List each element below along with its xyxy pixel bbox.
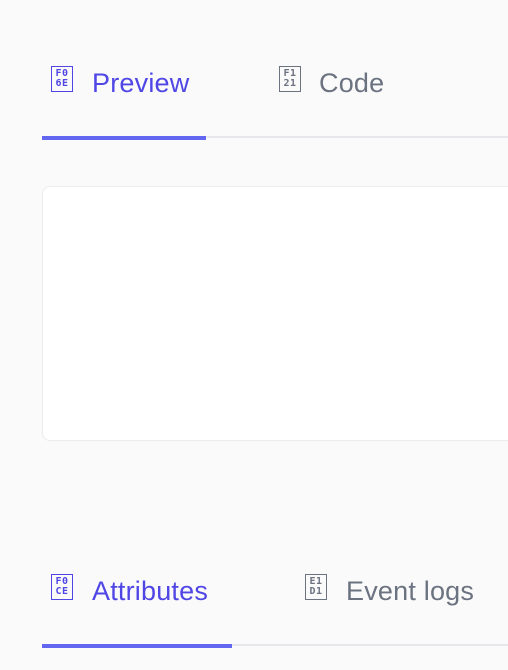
tab-code[interactable]: F1 21 Code (278, 66, 408, 138)
tab-preview[interactable]: F0 6E Preview (42, 66, 206, 140)
missing-glyph-icon: E1 D1 (305, 574, 327, 600)
tab-code-label: Code (319, 68, 385, 98)
tab-preview-label: Preview (92, 68, 190, 98)
missing-glyph-icon: F0 CE (51, 574, 73, 600)
missing-glyph-icon: F0 6E (51, 66, 73, 92)
missing-glyph-icon: F1 21 (279, 66, 301, 92)
tab-event-logs[interactable]: E1 D1 Event logs (304, 574, 508, 646)
tab-attributes[interactable]: F0 CE Attributes (42, 574, 232, 648)
preview-panel (42, 186, 508, 441)
preview-code-tabbar: F0 6E Preview F1 21 Code (42, 66, 508, 140)
attributes-events-tabbar: F0 CE Attributes E1 D1 Event logs (42, 574, 508, 648)
tab-event-logs-label: Event logs (346, 576, 475, 606)
tab-attributes-label: Attributes (92, 576, 209, 606)
